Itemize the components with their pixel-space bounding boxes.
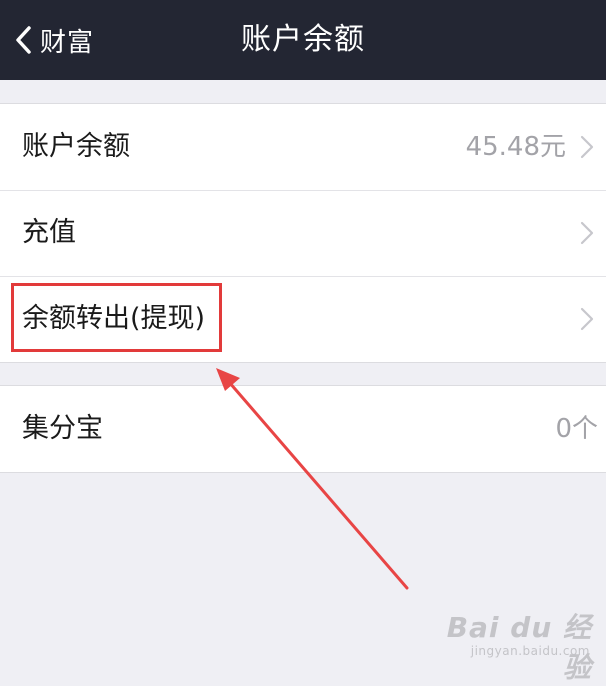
chevron-right-icon [580,221,594,245]
chevron-right-icon [580,307,594,331]
list-item-jifenbao[interactable]: 集分宝 0个 [0,386,606,472]
list-item-label: 余额转出(提现) [22,303,206,334]
list-item-label: 集分宝 [22,413,103,444]
watermark-url: jingyan.baidu.com [470,644,590,658]
list-item-withdraw[interactable]: 余额转出(提现) [0,276,606,362]
list-item-account-balance[interactable]: 账户余额 45.48元 [0,104,606,190]
list-item-label: 账户余额 [22,131,130,162]
points-group: 集分宝 0个 [0,385,606,473]
page-title: 账户余额 [241,22,365,57]
account-group: 账户余额 45.48元 充值 余额转出(提现) [0,103,606,363]
balance-value: 45.48元 [465,132,566,162]
watermark: Bai du 经验 jingyan.baidu.com [442,604,592,684]
points-value: 0个 [555,414,598,444]
navigation-bar: 财富 账户余额 [0,0,606,80]
list-item-label: 充值 [22,217,76,248]
list-item-recharge[interactable]: 充值 [0,190,606,276]
chevron-right-icon [580,135,594,159]
